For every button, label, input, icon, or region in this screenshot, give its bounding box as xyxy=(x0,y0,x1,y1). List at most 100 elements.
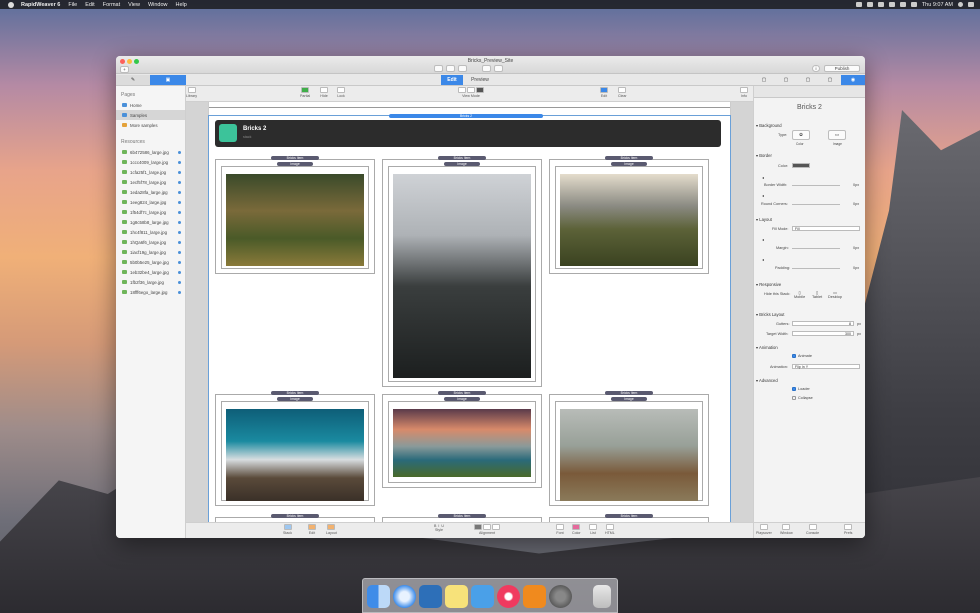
system-preferences-icon[interactable] xyxy=(549,585,572,608)
image-label[interactable]: Image xyxy=(611,162,647,166)
align-center-icon[interactable] xyxy=(483,524,491,530)
view-mode-3-icon[interactable] xyxy=(476,87,484,93)
gutters-field[interactable]: 8 xyxy=(792,321,854,326)
loader-checkbox[interactable]: Loader xyxy=(792,387,810,391)
inspector-tab-3[interactable]: ▢ xyxy=(797,75,819,85)
menu-view[interactable]: View xyxy=(128,2,140,8)
border-color-well[interactable] xyxy=(792,163,810,168)
menu-file[interactable]: File xyxy=(68,2,77,8)
bricks-stack-label[interactable]: Bricks 2 xyxy=(389,114,543,118)
preview-icon[interactable] xyxy=(419,585,442,608)
sidebar-resource-item[interactable]: 1f54df7c_large.jpg xyxy=(116,207,185,217)
align-left-icon[interactable] xyxy=(474,524,482,530)
sidebar-resource-item[interactable]: 18fff6ego_large.jpg xyxy=(116,287,185,297)
sidebar-resource-item[interactable]: 1cfa25f1_large.jpg xyxy=(116,167,185,177)
clear-button[interactable]: Clear xyxy=(618,87,627,98)
margin-expand-icon[interactable]: ◂ xyxy=(762,237,764,242)
preview-mode-button[interactable]: Preview xyxy=(465,75,495,85)
lock-button[interactable]: Lock xyxy=(337,87,345,98)
target-width-field[interactable]: 300 xyxy=(792,331,854,336)
image-label[interactable]: Image xyxy=(611,397,647,401)
view-mode-control[interactable]: View Mode xyxy=(458,87,484,98)
stack-button[interactable]: Stack xyxy=(283,524,292,535)
search-icon[interactable] xyxy=(958,2,963,7)
border-width-slider[interactable] xyxy=(792,185,840,186)
layout-section[interactable]: ▾ Layout xyxy=(756,217,772,222)
sidebar-resource-item[interactable]: 1hc4f811_large.jpg xyxy=(116,227,185,237)
inspector-tab-1[interactable]: ▢ xyxy=(753,75,775,85)
doc-toolbar-button-5[interactable] xyxy=(494,65,503,72)
bricks-item-label[interactable]: Bricks Item xyxy=(271,156,319,160)
dropbox-icon[interactable] xyxy=(866,2,873,7)
bricks-item-label[interactable]: Bricks Item xyxy=(438,514,486,518)
sidebar-resource-item[interactable]: 1eeg824_large.jpg xyxy=(116,197,185,207)
image-label[interactable]: Image xyxy=(277,397,313,401)
bricks-item-label[interactable]: Bricks Item xyxy=(438,156,486,160)
inspector-tab-stack[interactable]: ◉ xyxy=(841,75,865,85)
apple-icon[interactable] xyxy=(8,1,14,8)
sidebar-page-more-samples[interactable]: More samples xyxy=(116,120,185,130)
padding-slider[interactable] xyxy=(792,268,840,269)
collapse-checkbox[interactable]: Collapse xyxy=(792,396,813,400)
bricks-item[interactable] xyxy=(382,159,542,387)
round-corners-slider[interactable] xyxy=(792,204,840,205)
image-label[interactable]: Image xyxy=(444,397,480,401)
padding-expand-icon[interactable]: ◂ xyxy=(762,257,764,262)
sidebar-resource-item[interactable]: 1ccc4009_large.jpg xyxy=(116,157,185,167)
align-right-icon[interactable] xyxy=(492,524,500,530)
wifi-icon[interactable] xyxy=(888,2,895,7)
style-control[interactable]: B I U Style xyxy=(434,524,444,532)
view-mode-1-icon[interactable] xyxy=(458,87,466,93)
corners-expand-icon[interactable]: ◂ xyxy=(762,193,764,198)
image-label[interactable]: Image xyxy=(444,162,480,166)
sidebar-resource-item[interactable]: 1eda28fa_large.jpg xyxy=(116,187,185,197)
bricks-layout-section[interactable]: ▾ Bricks Layout xyxy=(756,312,784,317)
bricks-item-label[interactable]: Bricks Item xyxy=(605,156,653,160)
bricks-item[interactable] xyxy=(215,159,375,274)
volume-icon[interactable] xyxy=(899,2,906,7)
screen-icon[interactable] xyxy=(855,2,862,7)
footer-edit-button[interactable]: Edit xyxy=(308,524,316,535)
responsive-section[interactable]: ▾ Responsive xyxy=(756,282,781,287)
sidebar-resource-item[interactable]: 6b472586_large.jpg xyxy=(116,147,185,157)
app-menu[interactable]: RapidWeaver 6 xyxy=(21,2,60,8)
sidebar-page-samples[interactable]: Samples xyxy=(116,110,185,120)
finder-icon[interactable] xyxy=(367,585,390,608)
library-button[interactable]: Library xyxy=(186,87,197,98)
editor-canvas[interactable]: Bricks 2 Bricks 2 stack Bricks Item Image… xyxy=(186,102,753,522)
bricks-item-label[interactable]: Bricks Item xyxy=(271,391,319,395)
menu-edit[interactable]: Edit xyxy=(85,2,94,8)
playsover-button[interactable]: Playsover xyxy=(756,524,772,535)
bricks-item[interactable] xyxy=(215,394,375,506)
animation-section[interactable]: ▾ Animation xyxy=(756,345,778,350)
partial-button[interactable]: Partial xyxy=(300,87,310,98)
safari-icon[interactable] xyxy=(393,585,416,608)
info-icon[interactable]: i xyxy=(812,65,820,72)
hide-desktop-button[interactable]: ▭ Desktop xyxy=(828,290,842,299)
top-stack[interactable] xyxy=(209,102,730,108)
inspector-tab-2[interactable]: ▢ xyxy=(775,75,797,85)
doc-toolbar-button-3[interactable] xyxy=(458,65,467,72)
sidebar-resource-item[interactable]: 1iacf19g_large.jpg xyxy=(116,247,185,257)
sidebar-resource-item[interactable]: 1hQa6f6_large.jpg xyxy=(116,237,185,247)
animate-checkbox[interactable]: Animate xyxy=(792,354,812,358)
bg-color-button[interactable]: ✿ xyxy=(792,130,810,140)
inspector-tab-4[interactable]: ▢ xyxy=(819,75,841,85)
sidebar-page-home[interactable]: Home xyxy=(116,100,185,110)
sidebar-resource-item[interactable]: 5b0b5e25_large.jpg xyxy=(116,257,185,267)
trash-icon[interactable] xyxy=(593,585,611,608)
hide-button[interactable]: Hide xyxy=(320,87,328,98)
rapidweaver-icon[interactable] xyxy=(471,585,494,608)
edit-mode-button[interactable]: Edit xyxy=(441,75,463,85)
doc-toolbar-button-4[interactable] xyxy=(482,65,491,72)
animation-select[interactable]: Flip In Y xyxy=(792,364,860,369)
list-button[interactable]: List xyxy=(589,524,597,535)
advanced-section[interactable]: ▾ Advanced xyxy=(756,378,778,383)
battery-icon[interactable] xyxy=(910,2,917,7)
prefs-button[interactable]: Prefs xyxy=(844,524,852,535)
bricks-header[interactable]: Bricks 2 stack xyxy=(215,120,721,147)
fill-mode-select[interactable]: Fill xyxy=(792,226,860,231)
color-button[interactable]: Color xyxy=(572,524,581,535)
view-mode-2-icon[interactable] xyxy=(467,87,475,93)
ibooks-icon[interactable] xyxy=(523,585,546,608)
